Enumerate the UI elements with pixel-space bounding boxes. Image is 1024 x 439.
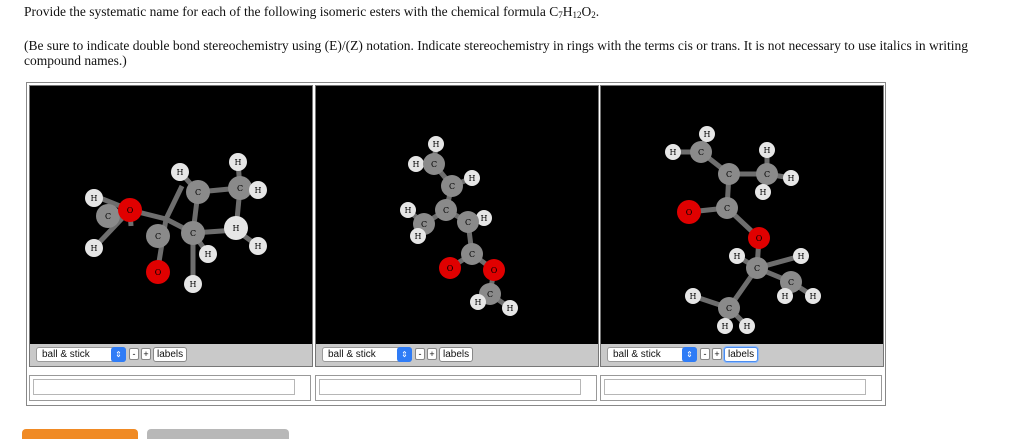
atom-label: H bbox=[469, 174, 476, 183]
zoom-out-button[interactable]: - bbox=[415, 348, 425, 360]
atom-label: H bbox=[405, 206, 412, 215]
submit-button[interactable] bbox=[22, 429, 138, 439]
atom-label: H bbox=[810, 292, 817, 301]
atom-label: O bbox=[155, 268, 162, 277]
atom-label: O bbox=[447, 264, 454, 273]
atom-label: H bbox=[670, 148, 677, 157]
atom-label: C bbox=[155, 232, 161, 241]
atom-label: C bbox=[431, 160, 437, 169]
render-mode-select[interactable]: ball & stick ⇕ bbox=[607, 347, 697, 362]
atom-label: H bbox=[235, 158, 242, 167]
atom-label: H bbox=[782, 292, 789, 301]
atom-label: C bbox=[443, 206, 449, 215]
molecule-viewer-1[interactable]: H H C O C O H C C H H H C H H H ball & s… bbox=[29, 85, 313, 367]
atom-label: H bbox=[760, 188, 767, 197]
answer-input-2[interactable] bbox=[319, 379, 581, 395]
atom-label: H bbox=[704, 130, 711, 139]
answer-cell-1 bbox=[29, 375, 311, 401]
molecule-3d-view[interactable]: H H C O C O H C C H H H C H H H bbox=[30, 86, 312, 344]
atom-label: C bbox=[469, 250, 475, 259]
atom-label: C bbox=[726, 170, 732, 179]
select-chevron-icon: ⇕ bbox=[397, 347, 412, 362]
molecule-viewer-2[interactable]: H H C H C H C C H H C C O O C H H ball & bbox=[315, 85, 599, 367]
atom-label: H bbox=[233, 224, 240, 233]
atom-label: H bbox=[91, 244, 98, 253]
question-instructions: (Be sure to indicate double bond stereoc… bbox=[24, 38, 969, 68]
atom-label: H bbox=[255, 242, 262, 251]
render-mode-select[interactable]: ball & stick ⇕ bbox=[322, 347, 412, 362]
atom-label: C bbox=[105, 212, 111, 221]
atom-label: H bbox=[190, 280, 197, 289]
atom-label: C bbox=[195, 188, 201, 197]
zoom-out-button[interactable]: - bbox=[700, 348, 710, 360]
atom-label: O bbox=[686, 208, 693, 217]
select-chevron-icon: ⇕ bbox=[111, 347, 126, 362]
render-mode-value: ball & stick bbox=[613, 349, 661, 360]
atom-label: H bbox=[507, 304, 514, 313]
molecule-3d-view[interactable]: H H C H C C H H O C O H H C C H H H C H bbox=[601, 86, 883, 344]
atom-label: C bbox=[487, 290, 493, 299]
atom-label: H bbox=[722, 322, 729, 331]
answer-input-1[interactable] bbox=[33, 379, 295, 395]
atom-label: O bbox=[491, 266, 498, 275]
labels-toggle[interactable]: labels bbox=[724, 347, 759, 362]
atom-label: H bbox=[764, 146, 771, 155]
zoom-in-button[interactable]: + bbox=[141, 348, 151, 360]
atom-label: H bbox=[798, 252, 805, 261]
labels-toggle[interactable]: labels bbox=[153, 347, 188, 362]
atom-label: H bbox=[744, 322, 751, 331]
atom-label: C bbox=[764, 170, 770, 179]
atom-label: C bbox=[698, 148, 704, 157]
atom-label: H bbox=[177, 168, 184, 177]
atom-label: H bbox=[415, 232, 422, 241]
atom-label: H bbox=[413, 160, 420, 169]
molecule-viewer-3[interactable]: H H C H C C H H O C O H H C C H H H C H bbox=[600, 85, 884, 367]
atom-label: O bbox=[756, 234, 763, 243]
atom-label: H bbox=[433, 140, 440, 149]
atom-label: C bbox=[465, 218, 471, 227]
select-chevron-icon: ⇕ bbox=[682, 347, 697, 362]
render-mode-select[interactable]: ball & stick ⇕ bbox=[36, 347, 126, 362]
atom-label: H bbox=[690, 292, 697, 301]
zoom-out-button[interactable]: - bbox=[129, 348, 139, 360]
answer-input-3[interactable] bbox=[604, 379, 866, 395]
atom-label: H bbox=[734, 252, 741, 261]
secondary-button[interactable] bbox=[147, 429, 289, 439]
viewer-toolbar: ball & stick ⇕ - + labels bbox=[316, 344, 598, 366]
atom-label: C bbox=[724, 204, 730, 213]
zoom-in-button[interactable]: + bbox=[712, 348, 722, 360]
atom-label: C bbox=[788, 278, 794, 287]
atom-label: H bbox=[205, 250, 212, 259]
atom-label: C bbox=[449, 182, 455, 191]
viewer-toolbar: ball & stick ⇕ - + labels bbox=[601, 344, 883, 366]
answer-cell-3 bbox=[600, 375, 882, 401]
atom-label: C bbox=[421, 220, 427, 229]
molecule-3d-view[interactable]: H H C H C H C C H H C C O O C H H bbox=[316, 86, 598, 344]
atom-label: C bbox=[726, 304, 732, 313]
atom-label: C bbox=[190, 229, 196, 238]
atom-label: H bbox=[481, 214, 488, 223]
viewer-toolbar: ball & stick ⇕ - + labels bbox=[30, 344, 312, 366]
answer-cell-2 bbox=[315, 375, 597, 401]
atom-label: C bbox=[754, 264, 760, 273]
labels-toggle[interactable]: labels bbox=[439, 347, 474, 362]
atom-label: H bbox=[475, 298, 482, 307]
render-mode-value: ball & stick bbox=[328, 349, 376, 360]
atom-label: H bbox=[255, 186, 262, 195]
question-prompt: Provide the systematic name for each of … bbox=[24, 4, 600, 20]
molecule-grid: H H C O C O H C C H H H C H H H ball & s… bbox=[26, 82, 886, 406]
atom-label: O bbox=[127, 206, 134, 215]
render-mode-value: ball & stick bbox=[42, 349, 90, 360]
atom-label: H bbox=[788, 174, 795, 183]
atom-label: C bbox=[237, 184, 243, 193]
zoom-in-button[interactable]: + bbox=[427, 348, 437, 360]
atom-label: H bbox=[91, 194, 98, 203]
